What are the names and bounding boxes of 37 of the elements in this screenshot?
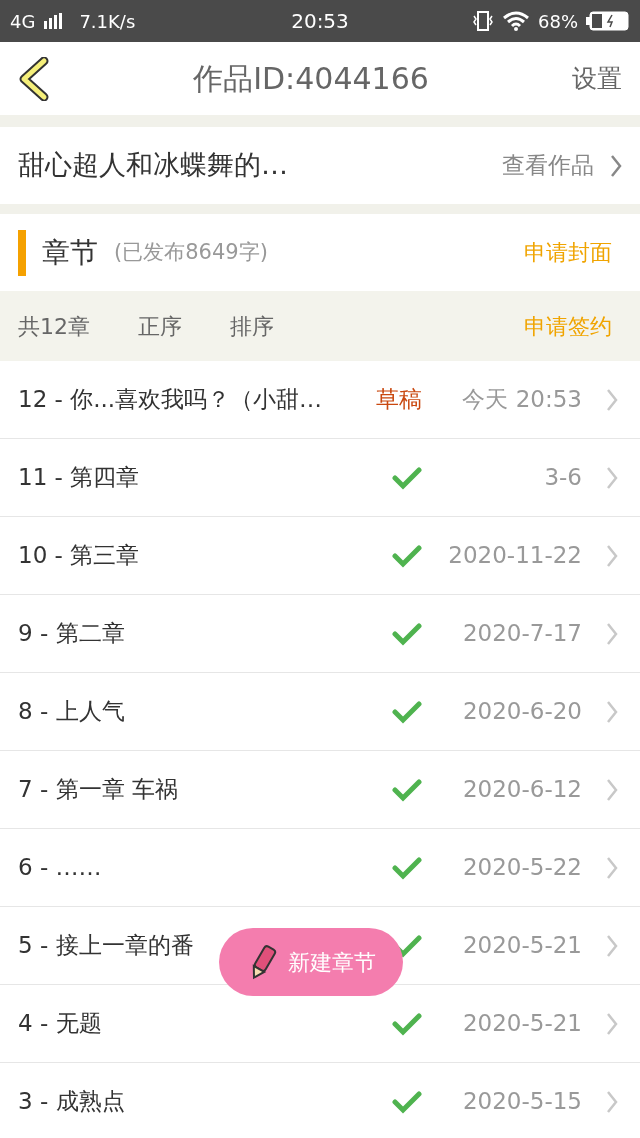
view-work-link[interactable]: 查看作品 <box>502 148 622 183</box>
chapter-date: 今天 20:53 <box>461 385 582 415</box>
chapter-date: 2020-7-17 <box>461 619 582 649</box>
new-chapter-button[interactable]: 新建章节 <box>219 928 403 996</box>
chapter-date: 2020-5-15 <box>461 1087 582 1117</box>
chapter-date: 2020-11-22 <box>447 541 582 571</box>
chapter-title: 11 - 第四章 <box>18 463 140 493</box>
network-label: 4G <box>10 9 36 34</box>
page-title: 作品ID:4044166 <box>193 60 429 98</box>
chapter-date: 3-6 <box>543 463 582 493</box>
apply-cover-link[interactable]: 申请封面 <box>524 236 612 269</box>
settings-link[interactable]: 设置 <box>572 59 622 98</box>
apply-contract-link[interactable]: 申请签约 <box>524 309 612 343</box>
published-word-count: (已发布8649字) <box>114 238 268 266</box>
chapter-count: 共12章 <box>18 312 90 341</box>
sort-button[interactable]: 排序 <box>230 309 274 343</box>
chapter-title: 3 - 成熟点 <box>18 1087 125 1117</box>
battery-level: 68% <box>538 9 578 34</box>
chapter-date: 2020-6-20 <box>461 697 582 727</box>
chapter-title: 7 - 第一章 车祸 <box>18 775 178 805</box>
draft-label: 草稿 <box>376 385 422 415</box>
chapter-title: 4 - 无题 <box>18 1009 102 1039</box>
order-toggle[interactable]: 正序 <box>138 309 182 343</box>
chapter-date: 2020-5-22 <box>461 853 582 883</box>
chapter-title: 6 - …… <box>18 853 102 883</box>
network-speed: 7.1K/s <box>79 9 136 34</box>
chapter-date: 2020-6-12 <box>461 775 582 805</box>
section-title: 章节 <box>42 234 98 271</box>
chapter-title: 10 - 第三章 <box>18 541 140 571</box>
chapter-title: 9 - 第二章 <box>18 619 125 649</box>
chapter-title: 5 - 接上一章的番 <box>18 931 194 961</box>
chapter-title: 8 - 上人气 <box>18 697 125 727</box>
chapter-date: 2020-5-21 <box>461 1009 582 1039</box>
clock: 20:53 <box>291 8 349 35</box>
book-title: 甜心超人和冰蝶舞的… <box>18 148 288 183</box>
chapter-title: 12 - 你...喜欢我吗？（小甜… <box>18 385 323 415</box>
chapter-date: 2020-5-21 <box>461 931 582 961</box>
